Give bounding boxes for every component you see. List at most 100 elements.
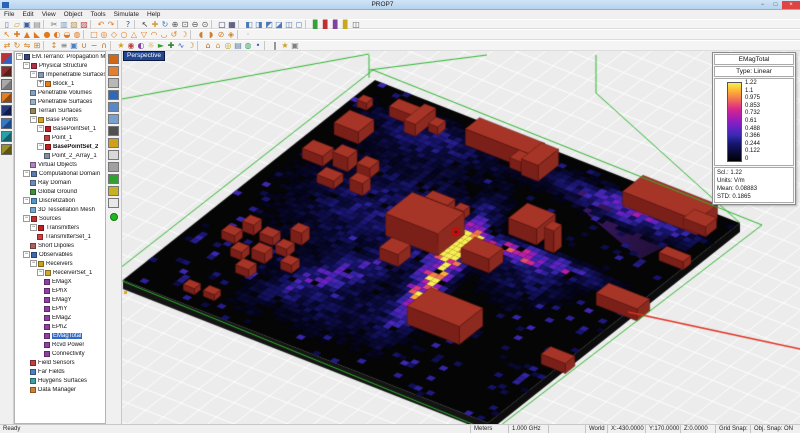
tree-item-rcvd-power[interactable]: Rcvd Power	[15, 340, 105, 349]
st-white-icon[interactable]	[108, 150, 119, 160]
tree-item-data-manager[interactable]: Data Manager	[15, 385, 105, 394]
boolean-subtract-icon[interactable]: −	[89, 41, 99, 50]
tree-item-block-1[interactable]: +Block_1	[15, 79, 105, 88]
draw-ellipsoid-icon[interactable]: ◒	[62, 30, 72, 39]
expand-toggle[interactable]: −	[30, 116, 37, 123]
draw-helix-icon[interactable]: ↺	[169, 30, 179, 39]
explode-icon[interactable]: ★	[116, 41, 126, 50]
cut-icon[interactable]: ✂	[49, 20, 59, 29]
draw-triangle-icon[interactable]: △	[129, 30, 139, 39]
new-file-icon[interactable]: ▯	[2, 20, 12, 29]
st-fx-icon[interactable]	[108, 126, 119, 136]
st-cube-icon[interactable]	[108, 162, 119, 172]
close-button[interactable]: ×	[782, 1, 800, 9]
tree-item-basepointset-2[interactable]: −BasePointSet_2	[15, 142, 105, 151]
st-rotate-icon[interactable]	[108, 66, 119, 76]
expand-toggle[interactable]: +	[37, 80, 44, 87]
copy-icon[interactable]: ▥	[59, 20, 69, 29]
expand-toggle[interactable]: −	[16, 53, 23, 60]
tree-item-receiverset-1[interactable]: −ReceiverSet_1	[15, 268, 105, 277]
orbit-icon[interactable]: ↻	[160, 20, 170, 29]
undo-icon[interactable]: ↶	[96, 20, 106, 29]
plot-red-icon[interactable]: ▊	[321, 20, 331, 29]
favorites-icon[interactable]: ★	[280, 41, 290, 50]
tree-item-observables[interactable]: −Observables	[15, 250, 105, 259]
tree-item-short-dipoles[interactable]: Short Dipoles	[15, 241, 105, 250]
expand-toggle[interactable]: −	[37, 269, 44, 276]
draw-void-icon[interactable]: ⊘	[216, 30, 226, 39]
module-terrano-icon[interactable]	[1, 66, 12, 77]
tree-item-basepointset-1[interactable]: −BasePointSet_1	[15, 124, 105, 133]
tree-item-receivers[interactable]: −Receivers	[15, 259, 105, 268]
tree-item-computational-domain[interactable]: −Computational Domain	[15, 169, 105, 178]
tree-item-impenetrable-surfaces[interactable]: −Impenetrable Surfaces	[15, 70, 105, 79]
module-olive-icon[interactable]	[1, 144, 12, 155]
draw-half-left-icon[interactable]: ◖	[196, 30, 206, 39]
tree-item-emagtotal[interactable]: EMagTotal	[15, 331, 105, 340]
pointer-tool-icon[interactable]: ↖	[2, 30, 12, 39]
zoom-in-icon[interactable]: ⊕	[170, 20, 180, 29]
simulate-run-icon[interactable]: ►	[156, 41, 166, 50]
draw-wedge-icon[interactable]: ◣	[32, 30, 42, 39]
draw-ellipse-icon[interactable]: ○	[119, 30, 129, 39]
menu-object[interactable]: Object	[60, 10, 87, 19]
st-box-icon[interactable]	[108, 78, 119, 88]
tree-item-global-ground[interactable]: Global Ground	[15, 187, 105, 196]
group-icon[interactable]: ▣	[69, 41, 79, 50]
draw-crescent-icon[interactable]: ☽	[179, 30, 189, 39]
view-front-icon[interactable]: ◧	[244, 20, 254, 29]
rotate-object-icon[interactable]: ↻	[12, 41, 22, 50]
expand-toggle[interactable]: −	[23, 62, 30, 69]
expand-toggle[interactable]: −	[23, 197, 30, 204]
zoom-extents-icon[interactable]: ⊙	[200, 20, 210, 29]
view-left-icon[interactable]: ◫	[284, 20, 294, 29]
menu-edit[interactable]: Edit	[18, 10, 37, 19]
plot-purple-icon[interactable]: ▊	[331, 20, 341, 29]
parallel-view-icon[interactable]: ∥	[270, 41, 280, 50]
tree-item-transmitterset-1[interactable]: TransmitterSet_1	[15, 232, 105, 241]
color-icon[interactable]: ◐	[136, 41, 146, 50]
tree-item-ephx[interactable]: EPhX	[15, 286, 105, 295]
st-section-icon[interactable]	[108, 90, 119, 100]
display-settings-icon[interactable]: ▦	[227, 20, 237, 29]
draw-curve-icon[interactable]: ◡	[159, 30, 169, 39]
st-table-icon[interactable]	[108, 114, 119, 124]
plot-yellow-icon[interactable]: ▊	[341, 20, 351, 29]
draw-rect-icon[interactable]: □	[89, 30, 99, 39]
view-back-icon[interactable]: ◨	[254, 20, 264, 29]
st-check-icon[interactable]	[108, 174, 119, 184]
mirror-object-icon[interactable]: ⇋	[22, 41, 32, 50]
draw-lattice-icon[interactable]: ◈	[226, 30, 236, 39]
scene-canvas[interactable]	[122, 51, 800, 424]
snap-tool-icon[interactable]: ✚	[12, 30, 22, 39]
expand-toggle[interactable]: −	[30, 224, 37, 231]
tree-item-point-1[interactable]: Point_1	[15, 133, 105, 142]
sweep-icon[interactable]: ☽	[186, 41, 196, 50]
array-object-icon[interactable]: ⊞	[32, 41, 42, 50]
material-icon[interactable]: ◉	[126, 41, 136, 50]
legend-panel[interactable]: EMagTotal Type: Linear 1.221.10.9750.853…	[712, 52, 796, 205]
tree-item-terrain-surfaces[interactable]: Terrain Surfaces	[15, 106, 105, 115]
maximize-button[interactable]: □	[769, 1, 782, 9]
align-icon[interactable]: ≡	[59, 41, 69, 50]
help-icon[interactable]: ?	[123, 20, 133, 29]
draw-diamond-icon[interactable]: ◇	[109, 30, 119, 39]
simulate-settings-icon[interactable]: ✚	[166, 41, 176, 50]
zoom-window-icon[interactable]: ⊡	[180, 20, 190, 29]
tree-item-virtual-objects[interactable]: Virtual Objects	[15, 160, 105, 169]
tree-item-discretization[interactable]: −Discretization	[15, 196, 105, 205]
expand-toggle[interactable]: −	[23, 170, 30, 177]
tree-item-transmitters[interactable]: −Transmitters	[15, 223, 105, 232]
draw-arc-icon[interactable]: ◠	[149, 30, 159, 39]
tree-item-huygens-surfaces[interactable]: Huygens Surfaces	[15, 376, 105, 385]
expand-toggle[interactable]: −	[30, 260, 37, 267]
minimize-button[interactable]: −	[756, 1, 769, 9]
tree-item-penetrable-volumes[interactable]: Penetrable Volumes	[15, 88, 105, 97]
draw-sphere-icon[interactable]: ●	[42, 30, 52, 39]
expand-toggle[interactable]: −	[37, 143, 44, 150]
draw-cylinder-icon[interactable]: ◍	[72, 30, 82, 39]
save-icon[interactable]: ▣	[22, 20, 32, 29]
boolean-union-icon[interactable]: ∪	[79, 41, 89, 50]
scale-object-icon[interactable]: ↕	[49, 41, 59, 50]
boolean-intersect-icon[interactable]: ∩	[99, 41, 109, 50]
